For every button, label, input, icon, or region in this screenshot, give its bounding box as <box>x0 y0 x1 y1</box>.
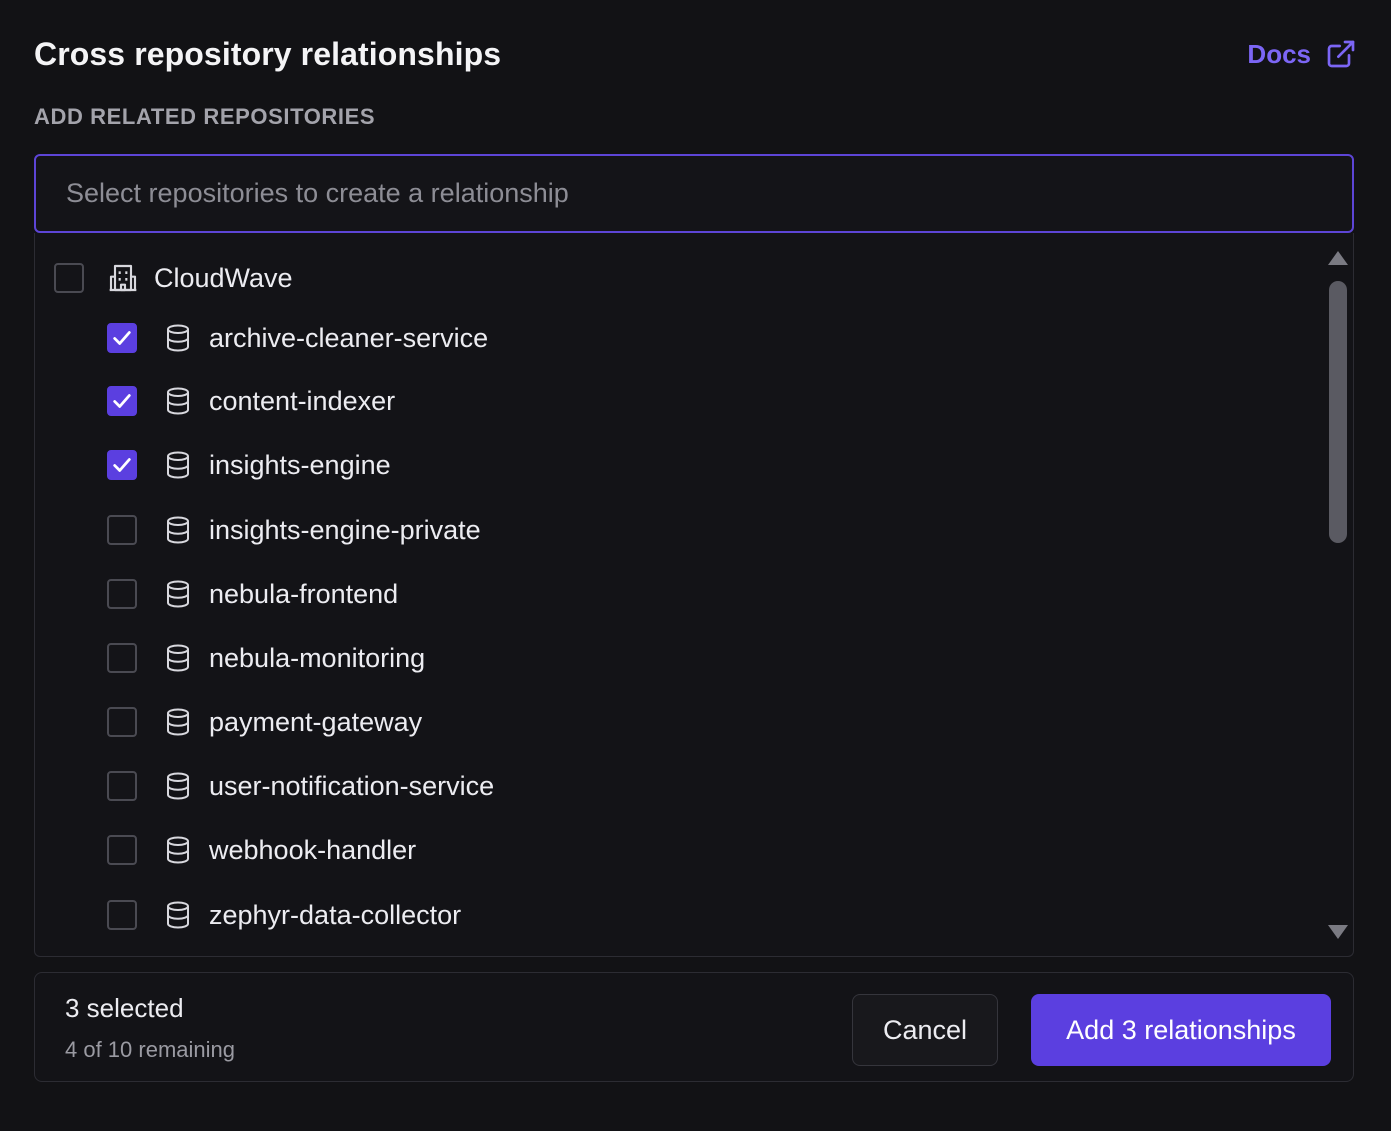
repo-checkbox[interactable] <box>107 450 137 480</box>
selected-count: 3 selected <box>65 993 184 1023</box>
org-checkbox[interactable] <box>54 263 84 293</box>
repo-row[interactable]: content-indexer <box>107 381 395 421</box>
repository-list: CloudWave archive-cleaner-service content… <box>34 233 1354 957</box>
database-icon <box>161 321 195 355</box>
repo-checkbox[interactable] <box>107 323 137 353</box>
org-name: CloudWave <box>154 262 293 293</box>
database-icon <box>161 384 195 418</box>
relationships-panel: Cross repository relationships Docs ADD … <box>0 0 1391 1131</box>
repo-name: zephyr-data-collector <box>209 899 462 930</box>
repo-name: payment-gateway <box>209 706 423 737</box>
repo-checkbox[interactable] <box>107 900 137 930</box>
cancel-button[interactable]: Cancel <box>852 994 998 1066</box>
database-icon <box>161 833 195 867</box>
repo-row[interactable]: zephyr-data-collector <box>107 895 461 935</box>
checkmark-icon <box>111 327 133 349</box>
docs-label: Docs <box>1247 38 1311 69</box>
repo-checkbox[interactable] <box>107 643 137 673</box>
external-link-icon <box>1325 38 1357 70</box>
repo-checkbox[interactable] <box>107 835 137 865</box>
repo-row[interactable]: insights-engine <box>107 445 391 485</box>
database-icon <box>161 769 195 803</box>
repo-name: nebula-frontend <box>209 578 399 609</box>
scroll-down-arrow-icon[interactable] <box>1328 925 1348 939</box>
add-relationships-button[interactable]: Add 3 relationships <box>1031 994 1331 1066</box>
repository-search-input[interactable] <box>36 156 1352 231</box>
repo-row[interactable]: user-notification-service <box>107 766 494 806</box>
docs-link[interactable]: Docs <box>1247 38 1357 70</box>
repo-checkbox[interactable] <box>107 515 137 545</box>
database-icon <box>161 898 195 932</box>
repo-checkbox[interactable] <box>107 771 137 801</box>
checkmark-icon <box>111 390 133 412</box>
database-icon <box>161 448 195 482</box>
repo-row[interactable]: nebula-monitoring <box>107 638 425 678</box>
repo-name: insights-engine <box>209 449 391 480</box>
repo-row[interactable]: archive-cleaner-service <box>107 318 488 358</box>
repo-row[interactable]: insights-engine-private <box>107 510 481 550</box>
scroll-up-arrow-icon[interactable] <box>1328 251 1348 265</box>
database-icon <box>161 513 195 547</box>
database-icon <box>161 641 195 675</box>
repo-name: webhook-handler <box>209 834 417 865</box>
repo-checkbox[interactable] <box>107 579 137 609</box>
repository-search <box>34 154 1354 233</box>
repo-name: user-notification-service <box>209 770 495 801</box>
remaining-count: 4 of 10 remaining <box>65 1037 235 1062</box>
section-label: ADD RELATED REPOSITORIES <box>34 104 376 129</box>
repo-name: content-indexer <box>209 385 396 416</box>
building-icon <box>106 261 140 295</box>
repo-checkbox[interactable] <box>107 707 137 737</box>
repo-row[interactable]: nebula-frontend <box>107 574 398 614</box>
repo-name: nebula-monitoring <box>209 642 426 673</box>
database-icon <box>161 705 195 739</box>
list-scrollbar[interactable] <box>1323 243 1353 943</box>
selection-footer: 3 selected 4 of 10 remaining Cancel Add … <box>34 972 1354 1082</box>
repo-name: archive-cleaner-service <box>209 322 489 353</box>
database-icon <box>161 577 195 611</box>
repo-name: insights-engine-private <box>209 514 481 545</box>
checkmark-icon <box>111 454 133 476</box>
page-title: Cross repository relationships <box>34 36 502 72</box>
repo-row[interactable]: payment-gateway <box>107 702 422 742</box>
org-row-cloudwave[interactable]: CloudWave <box>54 258 293 298</box>
repo-checkbox[interactable] <box>107 386 137 416</box>
repo-row[interactable]: webhook-handler <box>107 830 416 870</box>
scroll-thumb[interactable] <box>1329 281 1347 543</box>
